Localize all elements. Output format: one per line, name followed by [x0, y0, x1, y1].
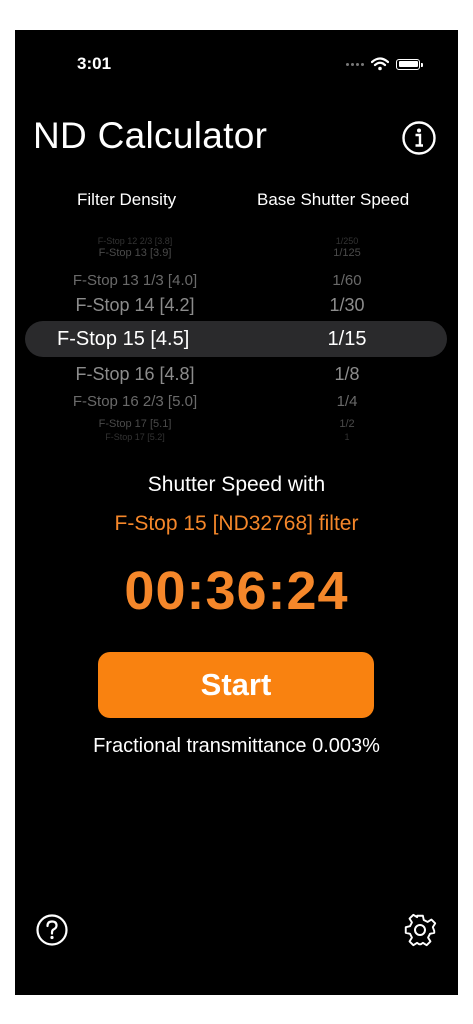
- picker-row[interactable]: F-Stop 13 [3.9] 1/125: [15, 243, 458, 263]
- picker-shutter-value: 1/15: [327, 327, 367, 350]
- picker-density-value: F-Stop 14 [4.2]: [75, 294, 195, 315]
- filter-density-header: Filter Density: [77, 190, 177, 209]
- picker-row[interactable]: F-Stop 14 [4.2] 1/30: [15, 291, 458, 319]
- app-screen: 3:01 ND Calculator Filter Density Base S…: [15, 30, 458, 995]
- exposure-timer: 00:36:24: [124, 561, 349, 621]
- picker-shutter-value: 1/4: [336, 392, 358, 410]
- info-circle-icon[interactable]: [401, 120, 437, 156]
- gear-icon[interactable]: [401, 911, 439, 949]
- base-shutter-speed-header: Base Shutter Speed: [257, 190, 410, 209]
- picker-shutter-value: 1/60: [332, 271, 362, 289]
- status-icons: [346, 56, 423, 72]
- battery-icon: [396, 58, 423, 70]
- cellular-signal-icon: [346, 62, 364, 66]
- wifi-icon: [371, 57, 389, 71]
- picker-row[interactable]: F-Stop 16 2/3 [5.0] 1/4: [15, 390, 458, 412]
- picker-shutter-value: 1/2: [339, 418, 355, 430]
- picker-shutter-value: 1: [344, 432, 350, 442]
- selected-filter-label: F-Stop 15 [ND32768] filter: [114, 512, 359, 535]
- question-circle-icon[interactable]: [35, 913, 69, 947]
- picker-row[interactable]: F-Stop 16 [4.8] 1/8: [15, 360, 458, 388]
- picker-row[interactable]: F-Stop 17 [5.2] 1: [15, 431, 458, 443]
- status-time: 3:01: [77, 54, 112, 73]
- density-shutter-picker[interactable]: F-Stop 12 2/3 [3.8] 1/250 F-Stop 13 [3.9…: [15, 235, 458, 445]
- picker-density-value: F-Stop 16 [4.8]: [75, 363, 195, 384]
- picker-density-value: F-Stop 15 [4.5]: [57, 327, 190, 350]
- picker-shutter-value: 1/125: [333, 247, 361, 259]
- picker-row-selected[interactable]: F-Stop 15 [4.5] 1/15: [15, 321, 458, 357]
- shutter-speed-label: Shutter Speed with: [147, 473, 326, 496]
- picker-density-value: F-Stop 17 [5.1]: [98, 418, 172, 430]
- picker-density-value: F-Stop 13 [3.9]: [98, 247, 172, 259]
- picker-density-value: F-Stop 13 1/3 [4.0]: [72, 271, 198, 289]
- picker-shutter-value: 1/8: [334, 363, 360, 384]
- picker-density-value: F-Stop 16 2/3 [5.0]: [72, 392, 198, 410]
- picker-shutter-value: 1/30: [329, 294, 365, 315]
- page-title: ND Calculator: [33, 115, 268, 156]
- picker-density-value: F-Stop 17 [5.2]: [105, 432, 165, 442]
- transmittance-text: Fractional transmittance 0.003%: [93, 735, 380, 757]
- picker-row[interactable]: F-Stop 13 1/3 [4.0] 1/60: [15, 269, 458, 291]
- start-button[interactable]: Start: [98, 652, 374, 718]
